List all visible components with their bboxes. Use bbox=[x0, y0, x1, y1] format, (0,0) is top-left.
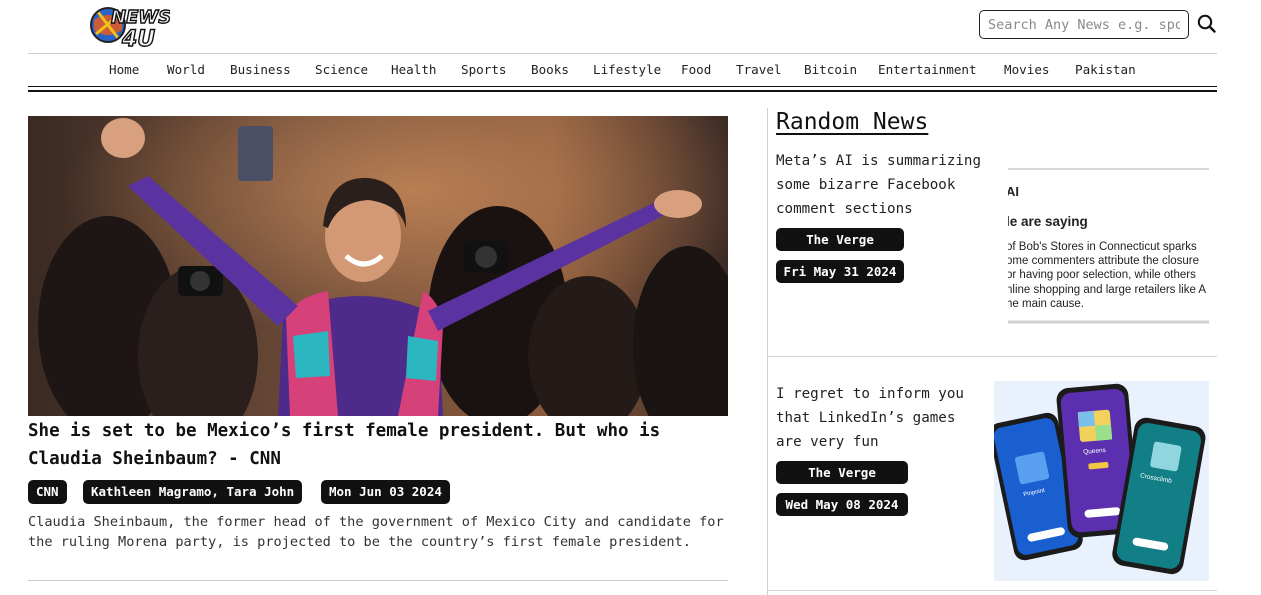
sidebar-item-divider bbox=[768, 356, 1217, 357]
nav-item-books[interactable]: Books bbox=[531, 62, 569, 77]
sidebar-item-source: The Verge bbox=[776, 228, 904, 251]
thumb-text-line: ome commenters attribute the closure bbox=[1008, 255, 1199, 267]
sidebar-item-thumbnail[interactable]: AI le are saying of Bob's Stores in Conn… bbox=[1008, 168, 1209, 326]
search-input[interactable] bbox=[980, 11, 1188, 38]
authors-badge: Kathleen Magramo, Tara John bbox=[83, 480, 303, 504]
sidebar-item-title[interactable]: I regret to inform you that LinkedIn’s g… bbox=[776, 382, 986, 454]
nav-item-lifestyle[interactable]: Lifestyle bbox=[593, 62, 661, 77]
article-divider bbox=[28, 580, 728, 581]
article-hero-image[interactable] bbox=[28, 116, 728, 416]
source-badge: CNN bbox=[28, 480, 67, 504]
nav-item-food[interactable]: Food bbox=[681, 62, 711, 77]
logo-text-bottom: 4U bbox=[121, 27, 155, 50]
search-icon[interactable] bbox=[1196, 13, 1218, 35]
nav-item-business[interactable]: Business bbox=[230, 62, 291, 77]
nav-item-entertainment[interactable]: Entertainment bbox=[878, 62, 977, 77]
nav-item-world[interactable]: World bbox=[167, 62, 205, 77]
search-box bbox=[979, 10, 1189, 39]
article-description: Claudia Sheinbaum, the former head of th… bbox=[28, 514, 724, 550]
nav-divider-thin bbox=[28, 86, 1217, 87]
thumb-text-ai: AI bbox=[1008, 184, 1019, 199]
site-logo[interactable]: NEWS 4U bbox=[88, 0, 172, 53]
sidebar-item-date: Wed May 08 2024 bbox=[776, 493, 908, 516]
sidebar-item-source: The Verge bbox=[776, 461, 908, 484]
nav-item-travel[interactable]: Travel bbox=[736, 62, 782, 77]
thumb-text-line: nline shopping and large retailers like … bbox=[1008, 284, 1206, 296]
nav-divider-thick bbox=[28, 90, 1217, 92]
logo-text-top: NEWS bbox=[111, 7, 170, 28]
sidebar-item-divider bbox=[768, 590, 1217, 591]
date-badge: Mon Jun 03 2024 bbox=[321, 480, 450, 504]
thumb-text-line: or having poor selection, while others bbox=[1008, 269, 1196, 281]
nav-item-health[interactable]: Health bbox=[391, 62, 437, 77]
thumb-text-line: of Bob's Stores in Connecticut sparks bbox=[1008, 241, 1197, 253]
main-nav: Home World Business Science Health Sport… bbox=[28, 58, 1217, 82]
sidebar-title: Random News bbox=[776, 109, 929, 135]
sidebar-divider bbox=[767, 108, 768, 595]
sidebar-item-title[interactable]: Meta’s AI is summarizing some bizarre Fa… bbox=[776, 149, 994, 221]
nav-item-pakistan[interactable]: Pakistan bbox=[1075, 62, 1136, 77]
nav-item-science[interactable]: Science bbox=[315, 62, 368, 77]
thumb-text-line: he main cause. bbox=[1008, 298, 1084, 310]
article-headline[interactable]: She is set to be Mexico’s first female p… bbox=[28, 417, 728, 473]
header-divider bbox=[28, 53, 1217, 54]
nav-item-movies[interactable]: Movies bbox=[1004, 62, 1050, 77]
thumb-text-heading: le are saying bbox=[1008, 214, 1088, 229]
sidebar-item-thumbnail[interactable]: Pinpoint Queens Crossclimb bbox=[994, 381, 1209, 581]
nav-item-home[interactable]: Home bbox=[109, 62, 139, 77]
nav-item-bitcoin[interactable]: Bitcoin bbox=[804, 62, 857, 77]
sidebar-item-date: Fri May 31 2024 bbox=[776, 260, 904, 283]
nav-item-sports[interactable]: Sports bbox=[461, 62, 507, 77]
